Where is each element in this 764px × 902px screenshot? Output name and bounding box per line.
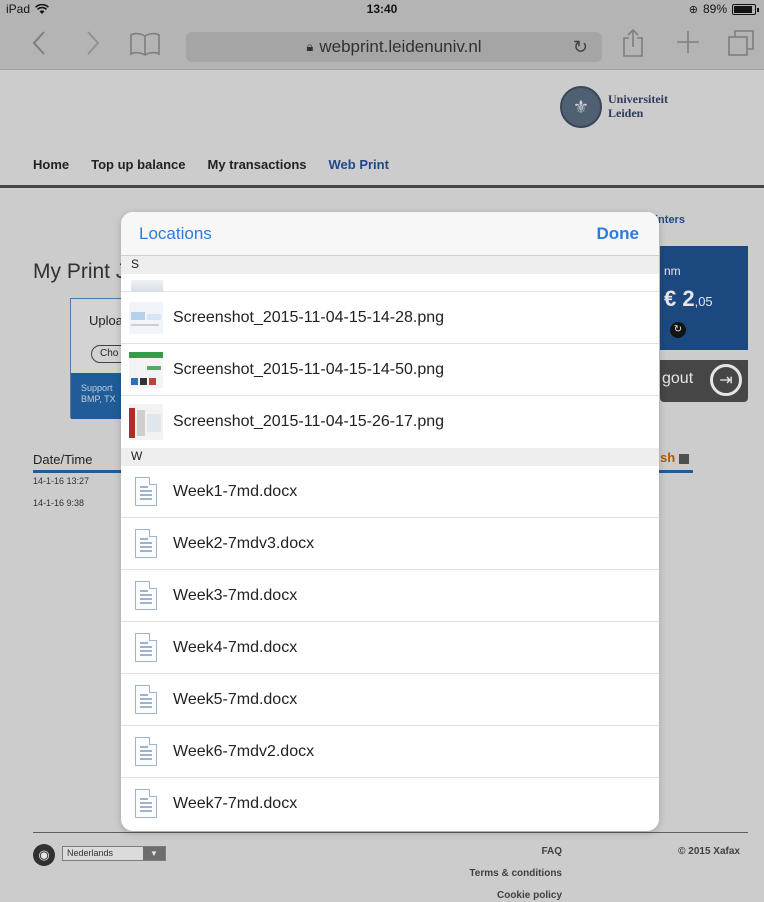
document-icon [135, 633, 157, 662]
document-icon [135, 685, 157, 714]
image-thumbnail [129, 404, 163, 440]
image-thumbnail [129, 352, 163, 388]
file-name: Week5-7md.docx [173, 691, 298, 708]
sheet-header: Locations Done [121, 212, 659, 256]
image-thumbnail [131, 280, 163, 292]
section-header-w: W [121, 448, 659, 466]
section-header-s: S [121, 256, 659, 274]
file-row[interactable]: Week1-7md.docx [121, 466, 659, 518]
file-name: Screenshot_2015-11-04-15-14-28.png [173, 309, 445, 326]
file-row-partial[interactable] [121, 274, 659, 292]
file-row[interactable]: Week6-7mdv2.docx [121, 726, 659, 778]
file-name: Screenshot_2015-11-04-15-14-50.png [173, 361, 445, 378]
file-row[interactable]: Screenshot_2015-11-04-15-14-28.png [121, 292, 659, 344]
file-name: Week1-7md.docx [173, 483, 298, 500]
file-name: Week3-7md.docx [173, 587, 298, 604]
document-icon [135, 737, 157, 766]
locations-sheet: Locations Done S Screenshot_2015-11-04-1… [121, 212, 659, 831]
file-row[interactable]: Week5-7md.docx [121, 674, 659, 726]
file-row[interactable]: Week7-7md.docx [121, 778, 659, 830]
document-icon [135, 581, 157, 610]
file-row[interactable]: Week2-7mdv3.docx [121, 518, 659, 570]
file-row[interactable]: Screenshot_2015-11-04-15-26-17.png [121, 396, 659, 448]
document-icon [135, 477, 157, 506]
document-icon [135, 529, 157, 558]
file-row[interactable]: Week4-7md.docx [121, 622, 659, 674]
file-row[interactable]: Week3-7md.docx [121, 570, 659, 622]
document-icon [135, 789, 157, 818]
image-thumbnail [129, 300, 163, 336]
done-button[interactable]: Done [597, 224, 640, 244]
file-row[interactable]: Screenshot_2015-11-04-15-14-50.png [121, 344, 659, 396]
file-name: Week4-7md.docx [173, 639, 298, 656]
file-name: Week7-7md.docx [173, 795, 298, 812]
file-name: Week2-7mdv3.docx [173, 535, 315, 552]
locations-button[interactable]: Locations [139, 224, 212, 244]
file-name: Week6-7mdv2.docx [173, 743, 315, 760]
file-name: Screenshot_2015-11-04-15-26-17.png [173, 413, 445, 430]
